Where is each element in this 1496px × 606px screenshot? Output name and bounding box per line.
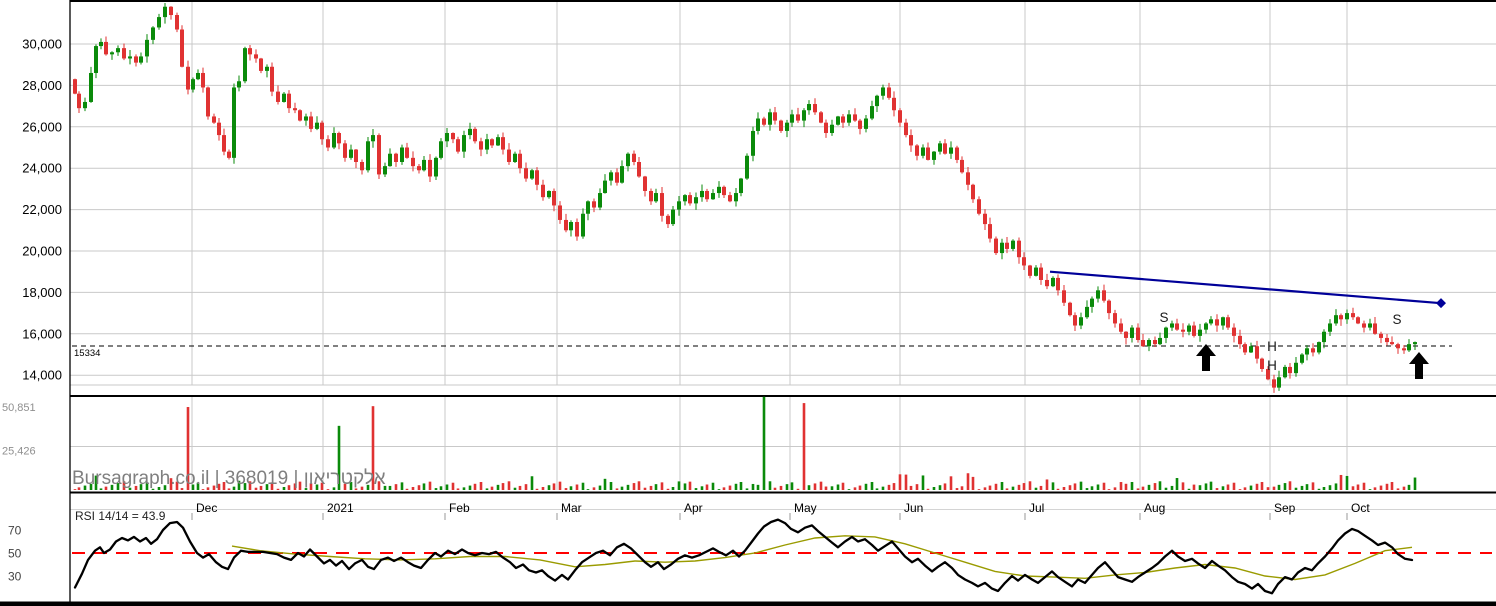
gridlines bbox=[70, 2, 1496, 510]
svg-text:30: 30 bbox=[8, 570, 22, 584]
svg-text:28,000: 28,000 bbox=[22, 78, 62, 93]
svg-text:20,000: 20,000 bbox=[22, 244, 62, 259]
shoulder-head-letter: H bbox=[1267, 358, 1277, 373]
svg-text:50: 50 bbox=[8, 547, 22, 561]
time-axis-labels: Dec 2021 Feb Mar Apr May Jun Jul Aug Sep Oct bbox=[191, 501, 1370, 520]
svg-text:50,851: 50,851 bbox=[2, 402, 36, 414]
svg-text:Dec: Dec bbox=[196, 501, 217, 515]
svg-text:Apr: Apr bbox=[684, 501, 703, 515]
svg-text:26,000: 26,000 bbox=[22, 119, 62, 134]
svg-text:15334: 15334 bbox=[74, 348, 100, 359]
up-arrow-icon bbox=[1196, 344, 1216, 371]
svg-text:Jun: Jun bbox=[904, 501, 923, 515]
svg-text:Sep: Sep bbox=[1274, 501, 1296, 515]
svg-text:24,000: 24,000 bbox=[22, 161, 62, 176]
svg-text:May: May bbox=[794, 501, 817, 515]
shoulder-head-letter: S bbox=[1392, 312, 1401, 327]
pattern-annotations: S HH S bbox=[1159, 310, 1429, 397]
svg-text:25,426: 25,426 bbox=[2, 446, 36, 458]
svg-text:Mar: Mar bbox=[561, 501, 582, 515]
rsi-indicator-label: RSI 14/14 = 43.9 bbox=[75, 509, 166, 523]
svg-text:Feb: Feb bbox=[449, 501, 470, 515]
svg-text:70: 70 bbox=[8, 524, 22, 538]
svg-text:14,000: 14,000 bbox=[22, 368, 62, 383]
price-axis-labels: 30,000 28,000 26,000 24,000 22,000 20,000 18,0… bbox=[22, 37, 62, 383]
stock-chart-root: 15334 S H H S 30,000 28,000 26,000 24,000 22,000 2… bbox=[0, 0, 1496, 606]
rsi-main-line bbox=[73, 518, 1414, 595]
svg-text:22,000: 22,000 bbox=[22, 202, 62, 217]
volume-axis-labels: 50,851 25,426 bbox=[2, 402, 36, 457]
panel-borders bbox=[0, 0, 1496, 606]
rsi-panel bbox=[72, 518, 1492, 595]
svg-text:2021: 2021 bbox=[327, 501, 354, 515]
svg-text:30,000: 30,000 bbox=[22, 37, 62, 52]
chart-canvas: 15334 S HH S 30,000 28,000 26,000 24,000 22,000 2… bbox=[0, 0, 1496, 606]
candles-layer bbox=[73, 3, 1417, 393]
trendline-end-diamond-icon bbox=[1436, 298, 1446, 309]
rsi-signal-line bbox=[231, 535, 1413, 581]
svg-text:Jul: Jul bbox=[1029, 501, 1044, 515]
svg-text:Oct: Oct bbox=[1351, 501, 1370, 515]
svg-text:Aug: Aug bbox=[1144, 501, 1165, 515]
watermark-label: Bursagraph.co.il | 368019 | אלקטריאון bbox=[72, 468, 386, 489]
shoulder-head-letter: H bbox=[1267, 339, 1277, 354]
svg-text:16,000: 16,000 bbox=[22, 326, 62, 341]
rsi-axis-labels: 70 50 30 bbox=[8, 524, 22, 584]
svg-text:18,000: 18,000 bbox=[22, 285, 62, 300]
shoulder-head-letter: S bbox=[1159, 310, 1168, 325]
